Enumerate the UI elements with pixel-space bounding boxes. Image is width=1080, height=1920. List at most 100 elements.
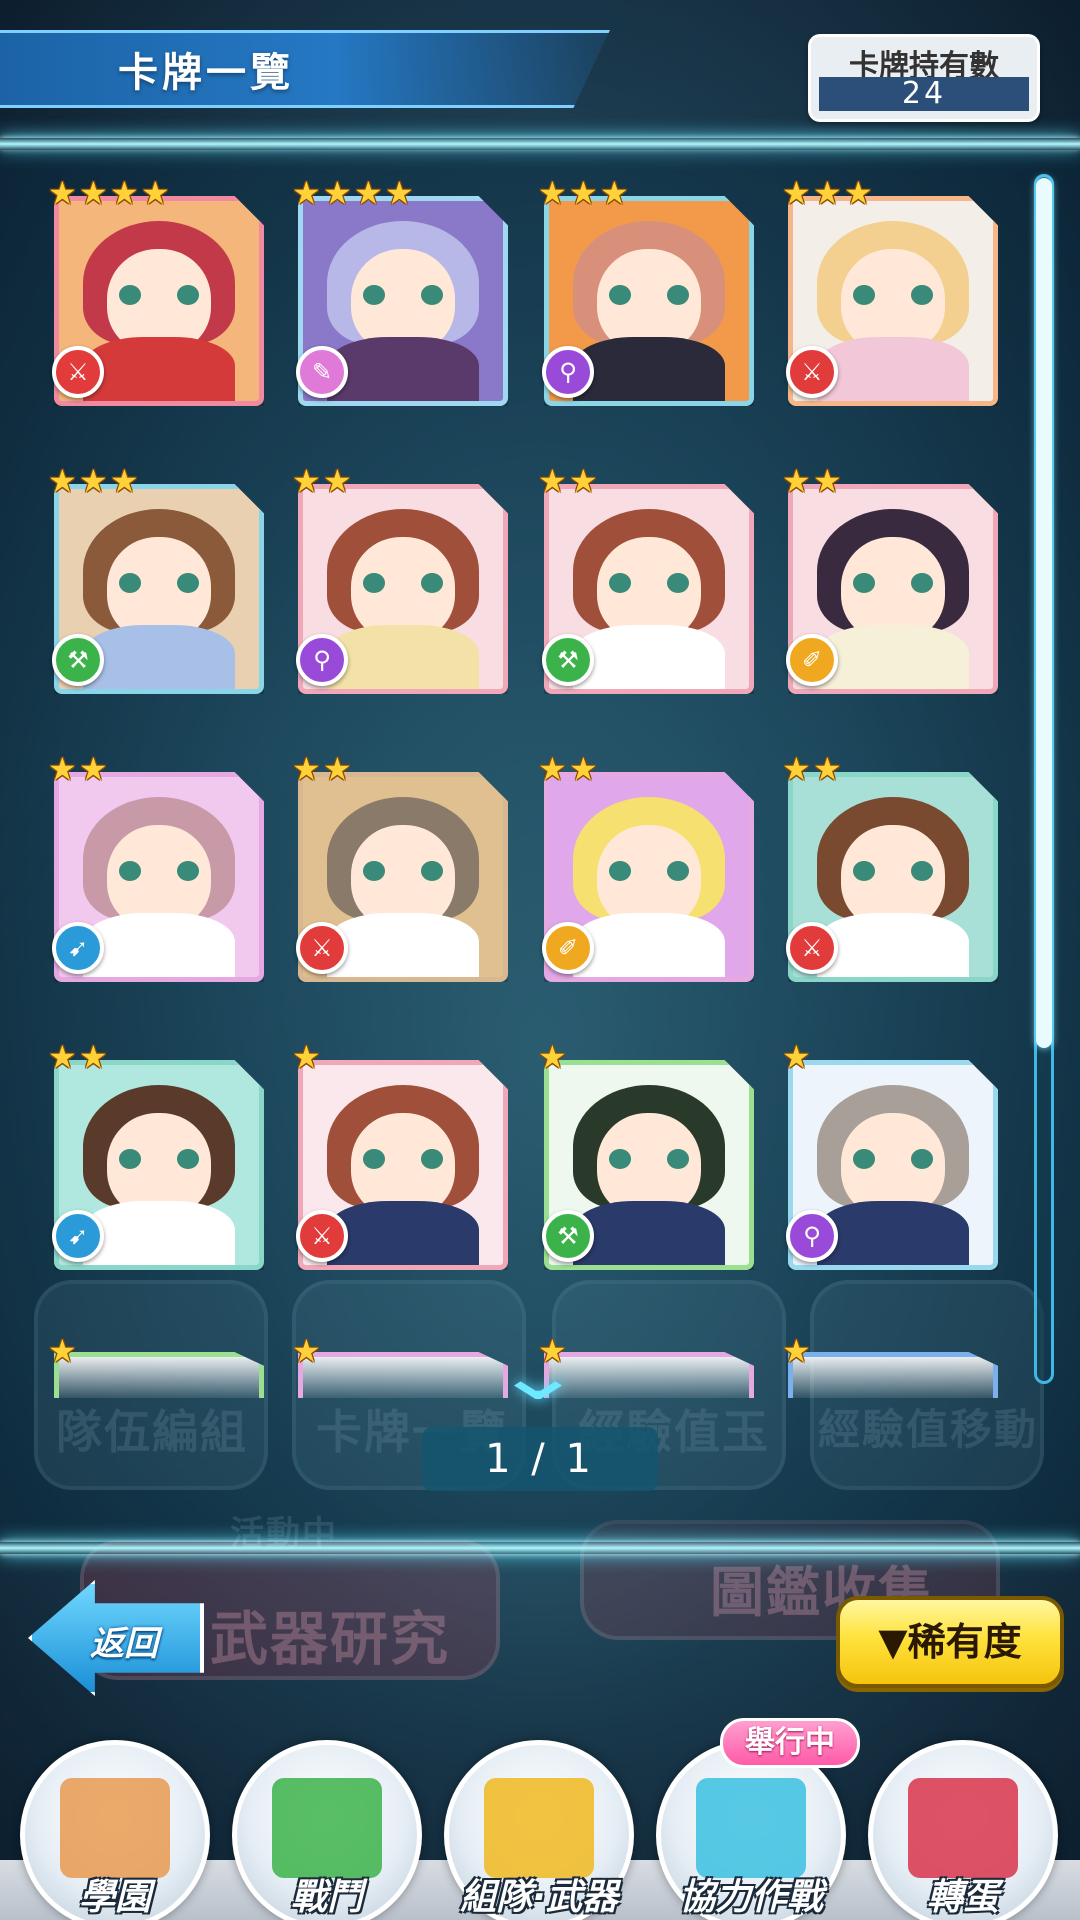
sword-weapon-icon: ⚔ bbox=[296, 922, 348, 974]
nav-button-3[interactable]: 組隊·武器 bbox=[444, 1740, 634, 1920]
team-people-icon bbox=[696, 1778, 806, 1878]
star-icon: ★ bbox=[538, 174, 567, 212]
gun-weapon-icon: ➹ bbox=[52, 922, 104, 974]
character-outfit bbox=[573, 625, 725, 689]
star-icon: ★ bbox=[538, 1038, 567, 1076]
back-button[interactable]: 返回 bbox=[28, 1580, 204, 1696]
star-icon: ★ bbox=[323, 462, 352, 500]
character-outfit bbox=[817, 913, 969, 977]
star-icon: ★ bbox=[48, 1332, 77, 1370]
character-eyes bbox=[119, 573, 199, 593]
nav-button-2[interactable]: 戰鬥 bbox=[232, 1740, 422, 1920]
panel-bottom-border bbox=[0, 1542, 1080, 1554]
character-outfit bbox=[83, 1201, 235, 1265]
rarity-stars: ★ ★ ★ ★ bbox=[292, 174, 416, 212]
character-eyes bbox=[119, 861, 199, 881]
rarity-stars: ★ ★ ★ ★ bbox=[48, 174, 172, 212]
sword-weapon-icon: ⚔ bbox=[296, 1210, 348, 1262]
star-icon: ★ bbox=[292, 1332, 321, 1370]
card-item-partial[interactable] bbox=[788, 1352, 998, 1398]
character-outfit bbox=[327, 625, 479, 689]
gun-weapon-icon: ➹ bbox=[52, 1210, 104, 1262]
page-indicator: 1 / 1 bbox=[422, 1427, 658, 1491]
star-icon: ★ bbox=[354, 174, 383, 212]
nav-button-label: 轉蛋 bbox=[926, 1877, 999, 1918]
nav-button-5[interactable]: 轉蛋 bbox=[868, 1740, 1058, 1920]
battle-board-icon bbox=[272, 1778, 382, 1878]
star-icon: ★ bbox=[323, 750, 352, 788]
character-eyes bbox=[363, 573, 443, 593]
rarity-stars: ★ ★ bbox=[782, 750, 844, 788]
sword-weapon-icon: ⚔ bbox=[52, 346, 104, 398]
star-icon: ★ bbox=[782, 1038, 811, 1076]
star-icon: ★ bbox=[538, 750, 567, 788]
sword-weapon-icon: ⚔ bbox=[786, 922, 838, 974]
star-icon: ★ bbox=[292, 462, 321, 500]
rarity-stars: ★ ★ bbox=[538, 462, 600, 500]
character-eyes bbox=[119, 1149, 199, 1169]
star-icon: ★ bbox=[569, 750, 598, 788]
star-icon: ★ bbox=[292, 750, 321, 788]
star-icon: ★ bbox=[48, 750, 77, 788]
rarity-stars: ★ ★ bbox=[48, 1038, 110, 1076]
character-eyes bbox=[363, 861, 443, 881]
sort-rarity-button[interactable]: ▼稀有度 bbox=[836, 1596, 1064, 1688]
character-outfit bbox=[83, 625, 235, 689]
character-outfit bbox=[83, 913, 235, 977]
star-icon: ★ bbox=[600, 174, 629, 212]
star-icon: ★ bbox=[782, 174, 811, 212]
star-icon: ★ bbox=[813, 750, 842, 788]
page-title: 卡牌一覽 bbox=[118, 50, 294, 96]
brush-weapon-icon: ✐ bbox=[786, 634, 838, 686]
star-icon: ★ bbox=[110, 462, 139, 500]
star-icon: ★ bbox=[844, 174, 873, 212]
rarity-stars: ★ ★ ★ bbox=[782, 174, 875, 212]
character-eyes bbox=[363, 1149, 443, 1169]
rarity-stars: ★ ★ bbox=[292, 750, 354, 788]
dagger-weapon-icon: ✎ bbox=[296, 346, 348, 398]
scrollbar-thumb[interactable] bbox=[1036, 178, 1052, 1048]
nav-button-label: 戰鬥 bbox=[290, 1877, 363, 1918]
character-eyes bbox=[609, 573, 689, 593]
scroll-down-chevron-icon[interactable]: ⌄ bbox=[448, 1340, 627, 1410]
star-icon: ★ bbox=[141, 174, 170, 212]
character-eyes bbox=[119, 285, 199, 305]
star-icon: ★ bbox=[323, 174, 352, 212]
star-icon: ★ bbox=[782, 462, 811, 500]
rarity-stars: ★ bbox=[782, 1335, 813, 1370]
brush-weapon-icon: ✐ bbox=[542, 922, 594, 974]
character-outfit bbox=[817, 1201, 969, 1265]
hammer-weapon-icon: ⚒ bbox=[542, 634, 594, 686]
sword-weapon-icon: ⚔ bbox=[786, 346, 838, 398]
title-bar bbox=[0, 30, 610, 108]
star-icon: ★ bbox=[48, 1038, 77, 1076]
star-icon: ★ bbox=[79, 1038, 108, 1076]
card-count-value: 24 bbox=[819, 77, 1029, 111]
character-outfit bbox=[327, 337, 479, 401]
character-eyes bbox=[853, 573, 933, 593]
star-icon: ★ bbox=[292, 174, 321, 212]
rarity-stars: ★ bbox=[292, 1332, 323, 1370]
character-eyes bbox=[609, 285, 689, 305]
character-eyes bbox=[853, 1149, 933, 1169]
character-eyes bbox=[609, 861, 689, 881]
star-icon: ★ bbox=[48, 462, 77, 500]
rarity-stars: ★ ★ bbox=[48, 750, 110, 788]
nav-button-label: 組隊·武器 bbox=[460, 1877, 618, 1918]
rarity-stars: ★ ★ ★ bbox=[48, 462, 141, 500]
hammer-weapon-icon: ⚒ bbox=[542, 1210, 594, 1262]
rarity-stars: ★ bbox=[538, 1038, 569, 1076]
nav-button-label: 協力作戰 bbox=[678, 1877, 823, 1918]
rarity-stars: ★ bbox=[48, 1332, 79, 1370]
star-icon: ★ bbox=[385, 174, 414, 212]
character-eyes bbox=[853, 861, 933, 881]
nav-button-1[interactable]: 學園 bbox=[20, 1740, 210, 1920]
rarity-stars: ★ ★ bbox=[538, 750, 600, 788]
character-outfit bbox=[83, 337, 235, 401]
rarity-stars: ★ bbox=[782, 1038, 813, 1076]
character-outfit bbox=[573, 913, 725, 977]
card-item-partial[interactable] bbox=[54, 1352, 264, 1398]
character-eyes bbox=[853, 285, 933, 305]
character-outfit bbox=[817, 625, 969, 689]
star-icon: ★ bbox=[569, 462, 598, 500]
